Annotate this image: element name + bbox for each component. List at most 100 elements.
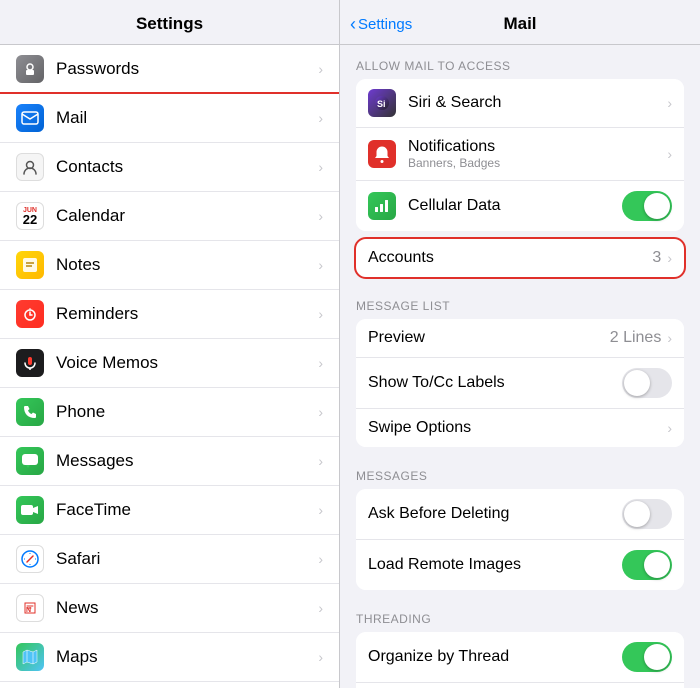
sidebar-item-messages[interactable]: Messages› <box>0 437 339 486</box>
preview-chevron-icon: › <box>667 330 672 346</box>
right-title: Mail <box>503 14 536 34</box>
mail-chevron-icon: › <box>318 110 323 126</box>
sidebar-item-news[interactable]: NNews› <box>0 584 339 633</box>
siri-chevron-icon: › <box>667 95 672 111</box>
sidebar-item-voicememos[interactable]: Voice Memos› <box>0 339 339 388</box>
phone-label: Phone <box>56 402 318 422</box>
notifications-label-group: NotificationsBanners, Badges <box>408 138 667 170</box>
settings-item-cellular[interactable]: Cellular Data <box>356 181 684 231</box>
calendar-chevron-icon: › <box>318 208 323 224</box>
ask-before-deleting-label-group: Ask Before Deleting <box>368 505 622 523</box>
settings-item-ask-before-deleting[interactable]: Ask Before Deleting <box>356 489 684 540</box>
preview-label-group: Preview <box>368 329 610 347</box>
passwords-icon <box>16 55 44 83</box>
back-chevron-icon: ‹ <box>350 14 356 35</box>
settings-item-show-tocc[interactable]: Show To/Cc Labels <box>356 358 684 409</box>
cellular-icon <box>368 192 396 220</box>
preview-label: Preview <box>368 329 610 347</box>
settings-item-swipe-options[interactable]: Swipe Options› <box>356 409 684 447</box>
facetime-label: FaceTime <box>56 500 318 520</box>
messages-chevron-icon: › <box>318 453 323 469</box>
news-chevron-icon: › <box>318 600 323 616</box>
ask-before-deleting-toggle[interactable] <box>622 499 672 529</box>
show-tocc-label: Show To/Cc Labels <box>368 374 622 392</box>
load-remote-images-label: Load Remote Images <box>368 556 622 574</box>
sidebar-item-notes[interactable]: Notes› <box>0 241 339 290</box>
news-icon: N <box>16 594 44 622</box>
organize-by-thread-toggle[interactable] <box>622 642 672 672</box>
notifications-icon <box>368 140 396 168</box>
allow-section-label: ALLOW MAIL TO ACCESS <box>340 45 700 79</box>
reminders-chevron-icon: › <box>318 306 323 322</box>
notifications-chevron-icon: › <box>667 146 672 162</box>
left-panel: Settings Passwords›Mail›Contacts›JUN22Ca… <box>0 0 340 688</box>
contacts-chevron-icon: › <box>318 159 323 175</box>
reminders-label: Reminders <box>56 304 318 324</box>
cellular-label: Cellular Data <box>408 197 622 215</box>
accounts-label: Accounts <box>368 249 652 267</box>
show-tocc-toggle[interactable] <box>622 368 672 398</box>
mail-label: Mail <box>56 108 318 128</box>
voicememos-label: Voice Memos <box>56 353 318 373</box>
siri-icon: Si <box>368 89 396 117</box>
cellular-toggle[interactable] <box>622 191 672 221</box>
settings-item-preview[interactable]: Preview2 Lines› <box>356 319 684 358</box>
notes-label: Notes <box>56 255 318 275</box>
calendar-label: Calendar <box>56 206 318 226</box>
safari-label: Safari <box>56 549 318 569</box>
back-button[interactable]: ‹ Settings <box>350 14 412 35</box>
message-list-section-label: MESSAGE LIST <box>340 285 700 319</box>
right-panel: ‹ Settings Mail ALLOW MAIL TO ACCESS SiS… <box>340 0 700 688</box>
settings-item-notifications[interactable]: NotificationsBanners, Badges› <box>356 128 684 181</box>
sidebar-item-reminders[interactable]: Reminders› <box>0 290 339 339</box>
voicememos-chevron-icon: › <box>318 355 323 371</box>
swipe-options-label-group: Swipe Options <box>368 419 667 437</box>
right-header: ‹ Settings Mail <box>340 0 700 45</box>
left-header: Settings <box>0 0 339 45</box>
messages-label: Messages <box>56 451 318 471</box>
swipe-options-label: Swipe Options <box>368 419 667 437</box>
passwords-chevron-icon: › <box>318 61 323 77</box>
settings-item-siri[interactable]: Si Siri & Search› <box>356 79 684 128</box>
accounts-group[interactable]: Accounts 3 › <box>356 239 684 277</box>
accounts-item[interactable]: Accounts 3 › <box>356 239 684 277</box>
cellular-toggle-knob <box>644 193 670 219</box>
voicememos-icon <box>16 349 44 377</box>
maps-icon <box>16 643 44 671</box>
sidebar-item-passwords[interactable]: Passwords› <box>0 45 339 94</box>
sidebar-item-calendar[interactable]: JUN22 Calendar› <box>0 192 339 241</box>
siri-label-group: Siri & Search <box>408 94 667 112</box>
sidebar-item-compass[interactable]: Compass› <box>0 682 339 688</box>
sidebar-item-facetime[interactable]: FaceTime› <box>0 486 339 535</box>
passwords-label: Passwords <box>56 59 318 79</box>
accounts-chevron-icon: › <box>667 250 672 266</box>
sidebar-item-contacts[interactable]: Contacts› <box>0 143 339 192</box>
organize-by-thread-label-group: Organize by Thread <box>368 648 622 666</box>
ask-before-deleting-toggle-knob <box>624 501 650 527</box>
settings-item-collapse-read[interactable]: Collapse Read Messages <box>356 683 684 688</box>
sidebar-item-safari[interactable]: Safari› <box>0 535 339 584</box>
messages-group: Ask Before Deleting Load Remote Images <box>356 489 684 590</box>
notifications-sublabel: Banners, Badges <box>408 156 667 170</box>
show-tocc-toggle-knob <box>624 370 650 396</box>
reminders-icon <box>16 300 44 328</box>
notes-icon <box>16 251 44 279</box>
facetime-icon <box>16 496 44 524</box>
mail-icon <box>16 104 44 132</box>
contacts-label: Contacts <box>56 157 318 177</box>
facetime-chevron-icon: › <box>318 502 323 518</box>
maps-chevron-icon: › <box>318 649 323 665</box>
sidebar-item-maps[interactable]: Maps› <box>0 633 339 682</box>
load-remote-images-toggle[interactable] <box>622 550 672 580</box>
ask-before-deleting-label: Ask Before Deleting <box>368 505 622 523</box>
sidebar-item-mail[interactable]: Mail› <box>0 94 339 143</box>
svg-text:N: N <box>26 607 31 614</box>
settings-item-organize-by-thread[interactable]: Organize by Thread <box>356 632 684 683</box>
phone-icon <box>16 398 44 426</box>
calendar-icon: JUN22 <box>16 202 44 230</box>
sidebar-item-phone[interactable]: Phone› <box>0 388 339 437</box>
settings-item-load-remote-images[interactable]: Load Remote Images <box>356 540 684 590</box>
svg-text:Si: Si <box>377 99 386 109</box>
organize-by-thread-toggle-knob <box>644 644 670 670</box>
phone-chevron-icon: › <box>318 404 323 420</box>
